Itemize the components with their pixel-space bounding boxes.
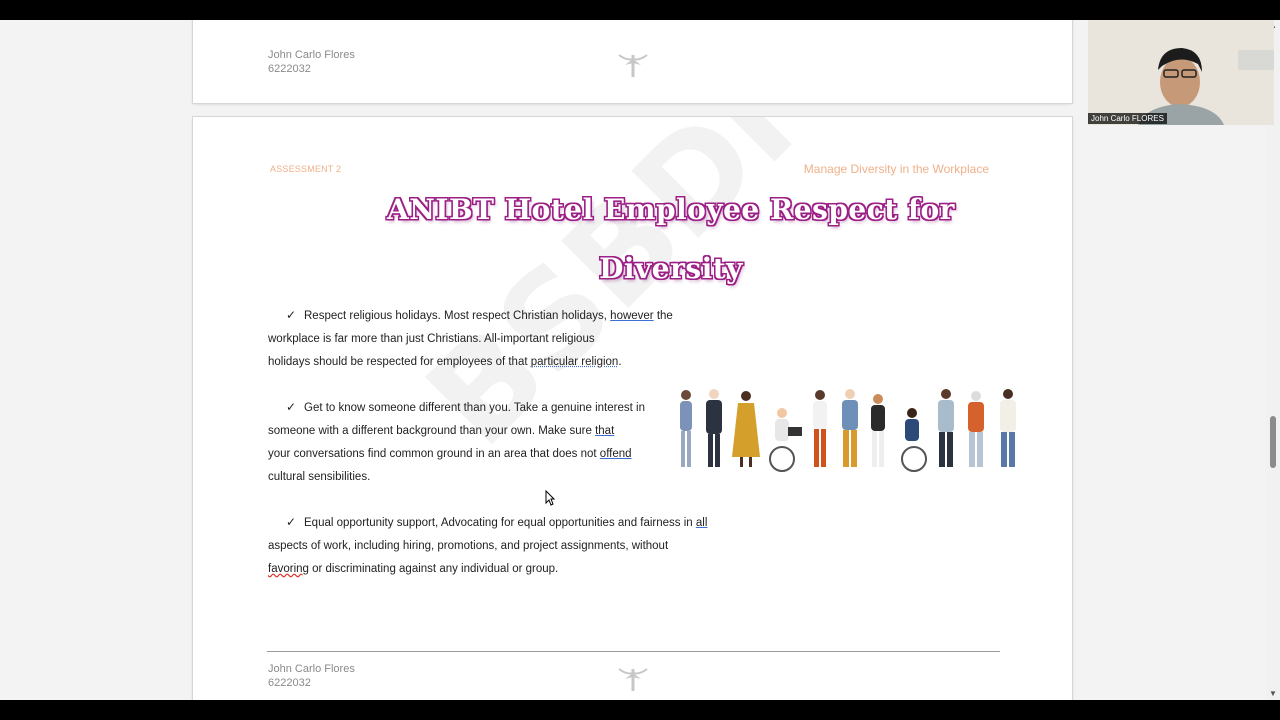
participant-video — [1088, 20, 1274, 125]
grammar-flag[interactable]: however — [610, 310, 653, 322]
checkmark-icon: ✓ — [286, 308, 297, 322]
bullet-get-to-know: ✓ Get to know someone different than you.… — [268, 396, 645, 489]
grammar-flag[interactable]: particular religion — [531, 356, 619, 368]
participant-name-label: John Carlo FLORES — [1088, 113, 1167, 124]
current-page: BSBDIV501 ASSESSMENT 2 Manage Diversity … — [193, 117, 1072, 700]
bullet-equal-opportunity: ✓ Equal opportunity support, Advocating f… — [268, 511, 707, 581]
person-figure — [968, 391, 984, 467]
footer-divider — [267, 651, 1000, 652]
header-title: Manage Diversity in the Workplace — [803, 162, 989, 176]
bullet-text: cultural sensibilities. — [268, 471, 371, 483]
person-figure — [813, 390, 827, 467]
grammar-flag[interactable]: all — [696, 517, 708, 529]
bullet-text: holidays should be respected for employe… — [268, 356, 531, 368]
bullet-text: the — [653, 310, 673, 322]
bullet-text: or discriminating against any individual… — [308, 563, 559, 575]
page-title-line1: ANIBT Hotel Employee Respect for — [387, 193, 955, 226]
bullet-text: Equal opportunity support, Advocating fo… — [304, 517, 696, 529]
prev-footer-id: 6222032 — [268, 63, 311, 75]
bullet-text: someone with a different background than… — [268, 425, 596, 437]
grammar-flag[interactable]: offend — [600, 448, 632, 460]
person-figure — [1000, 389, 1016, 467]
person-figure — [871, 394, 885, 467]
person-figure — [901, 408, 927, 472]
participant-video-tile[interactable]: John Carlo FLORES — [1088, 20, 1274, 125]
footer-logo-icon — [618, 54, 648, 77]
person-figure — [842, 389, 858, 467]
bullet-text: aspects of work, including hiring, promo… — [268, 540, 669, 552]
person-figure — [706, 389, 722, 467]
grammar-flag[interactable]: that — [595, 425, 614, 437]
bullet-text: Respect religious holidays. Most respect… — [304, 310, 611, 322]
bullet-text: workplace is far more than just Christia… — [268, 333, 595, 345]
scrollbar-thumb[interactable] — [1270, 416, 1276, 468]
previous-page: John Carlo Flores 6222032 — [193, 20, 1072, 103]
person-figure — [938, 389, 954, 467]
person-figure — [769, 408, 802, 472]
bullet-text: your conversations find common ground in… — [268, 448, 600, 460]
bullet-religious-holidays: ✓ Respect religious holidays. Most respec… — [268, 304, 673, 374]
footer-id: 6222032 — [268, 677, 311, 689]
spelling-flag[interactable]: favoring — [268, 563, 309, 575]
bullet-text: . — [618, 356, 622, 368]
footer-name: John Carlo Flores — [268, 663, 355, 675]
page-title-line2: Diversity — [599, 252, 743, 285]
prev-footer-name: John Carlo Flores — [268, 49, 355, 61]
footer-logo-icon — [618, 668, 648, 691]
checkmark-icon: ✓ — [286, 515, 297, 529]
diverse-people-illustration — [680, 389, 1016, 472]
person-figure — [680, 390, 692, 467]
checkmark-icon: ✓ — [286, 400, 297, 414]
person-figure — [732, 391, 760, 467]
scroll-down-icon[interactable]: ▼ — [1269, 690, 1277, 698]
bullet-text: Get to know someone different than you. … — [304, 402, 645, 414]
header-assessment: ASSESSMENT 2 — [270, 164, 342, 174]
mouse-cursor-icon — [545, 490, 555, 506]
